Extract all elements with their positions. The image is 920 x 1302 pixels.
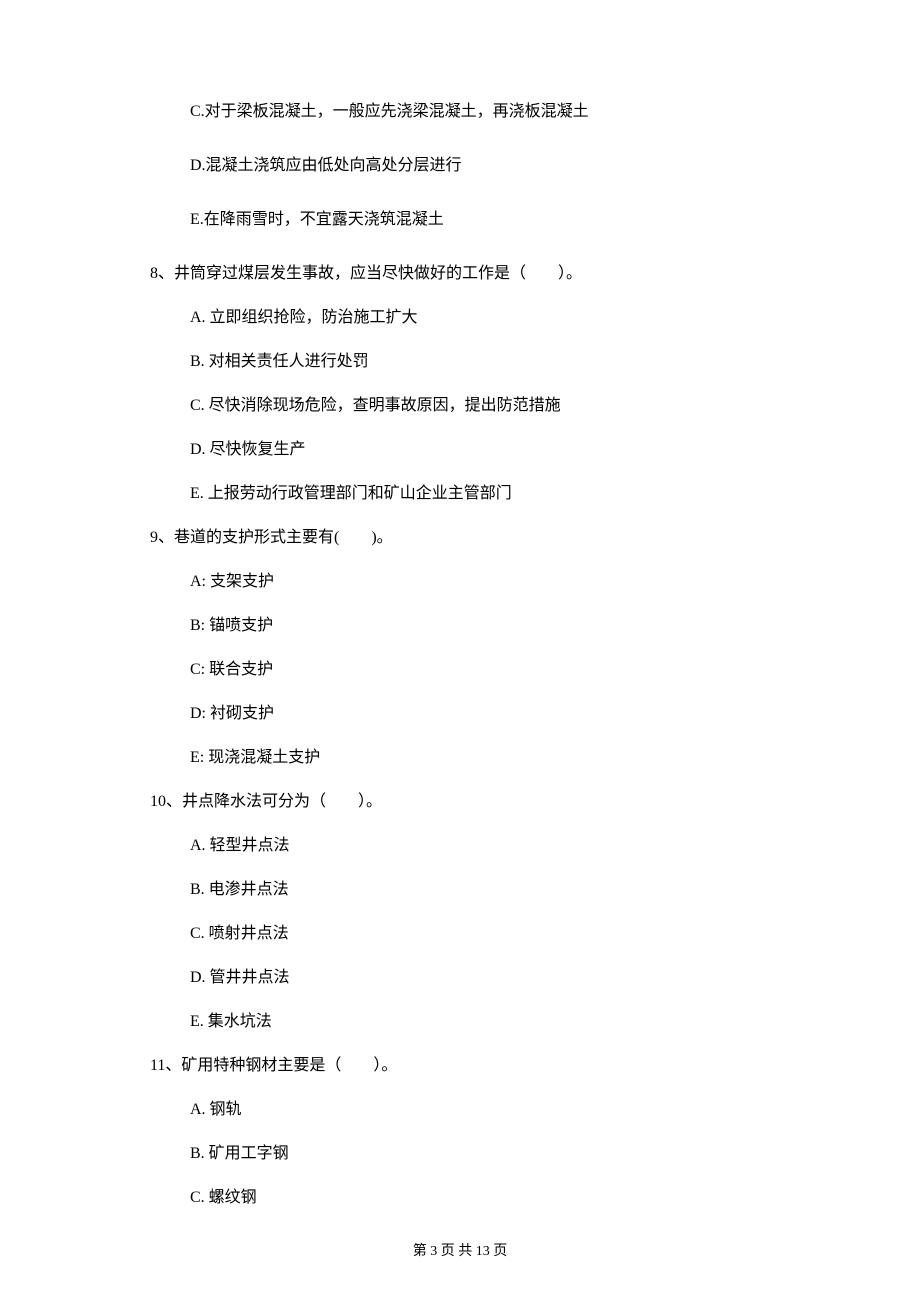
option-b: B. 对相关责任人进行处罚 [190, 350, 770, 374]
option-a: A: 支架支护 [190, 570, 770, 594]
page-content: C.对于梁板混凝土，一般应先浇梁混凝土，再浇板混凝土 D.混凝土浇筑应由低处向高… [0, 0, 920, 1270]
option-d: D. 尽快恢复生产 [190, 438, 770, 462]
option-c: C. 喷射井点法 [190, 922, 770, 946]
continued-options-block: C.对于梁板混凝土，一般应先浇梁混凝土，再浇板混凝土 D.混凝土浇筑应由低处向高… [150, 100, 770, 232]
option-b: B: 锚喷支护 [190, 614, 770, 638]
option-c: C.对于梁板混凝土，一般应先浇梁混凝土，再浇板混凝土 [190, 100, 770, 124]
option-a: A. 立即组织抢险，防治施工扩大 [190, 306, 770, 330]
option-c: C. 尽快消除现场危险，查明事故原因，提出防范措施 [190, 394, 770, 418]
option-d: D. 管井井点法 [190, 966, 770, 990]
option-d: D.混凝土浇筑应由低处向高处分层进行 [190, 154, 770, 178]
question-11: 11、矿用特种钢材主要是（ ）。 A. 钢轨 B. 矿用工字钢 C. 螺纹钢 [150, 1054, 770, 1210]
option-e: E. 上报劳动行政管理部门和矿山企业主管部门 [190, 482, 770, 506]
option-b: B. 矿用工字钢 [190, 1142, 770, 1166]
option-a: A. 钢轨 [190, 1098, 770, 1122]
question-stem: 9、巷道的支护形式主要有( )。 [150, 526, 770, 550]
question-stem: 8、井筒穿过煤层发生事故，应当尽快做好的工作是（ ）。 [150, 262, 770, 286]
option-e: E: 现浇混凝土支护 [190, 746, 770, 770]
option-e: E. 集水坑法 [190, 1010, 770, 1034]
option-c: C. 螺纹钢 [190, 1186, 770, 1210]
question-10: 10、井点降水法可分为（ ）。 A. 轻型井点法 B. 电渗井点法 C. 喷射井… [150, 790, 770, 1034]
option-c: C: 联合支护 [190, 658, 770, 682]
page-footer: 第 3 页 共 13 页 [0, 1241, 920, 1262]
option-b: B. 电渗井点法 [190, 878, 770, 902]
question-8: 8、井筒穿过煤层发生事故，应当尽快做好的工作是（ ）。 A. 立即组织抢险，防治… [150, 262, 770, 506]
question-9: 9、巷道的支护形式主要有( )。 A: 支架支护 B: 锚喷支护 C: 联合支护… [150, 526, 770, 770]
question-stem: 10、井点降水法可分为（ ）。 [150, 790, 770, 814]
option-e: E.在降雨雪时，不宜露天浇筑混凝土 [190, 208, 770, 232]
question-stem: 11、矿用特种钢材主要是（ ）。 [150, 1054, 770, 1078]
option-d: D: 衬砌支护 [190, 702, 770, 726]
option-a: A. 轻型井点法 [190, 834, 770, 858]
